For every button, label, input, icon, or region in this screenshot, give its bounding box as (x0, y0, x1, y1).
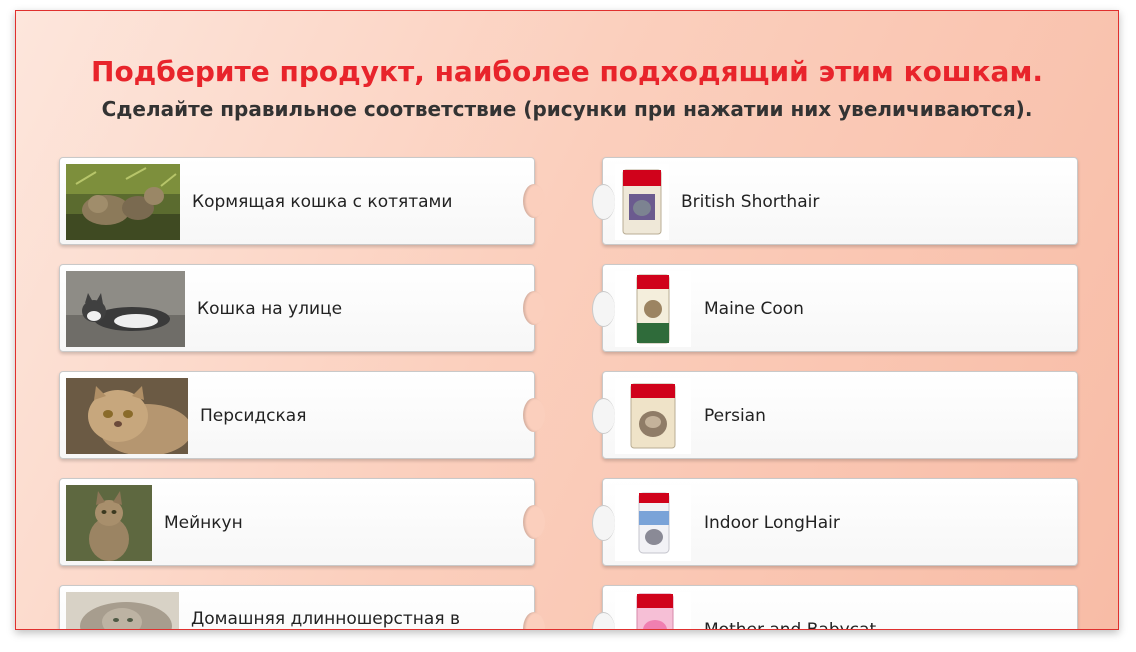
royal-canin-package[interactable] (615, 592, 691, 629)
product-card-indoor-longhair[interactable]: Indoor LongHair (592, 478, 1078, 566)
puzzle-connector (523, 398, 545, 432)
puzzle-connector (523, 505, 545, 539)
puzzle-connector (523, 184, 545, 218)
cat-card-maine-coon[interactable]: Мейнкун (59, 478, 545, 566)
page-title: Подберите продукт, наиболее подходящий э… (91, 55, 1043, 88)
product-label: Mother and Babycat (704, 620, 877, 630)
maine-coon-photo[interactable] (66, 485, 152, 561)
puzzle-socket (592, 612, 615, 629)
puzzle-socket (592, 184, 615, 220)
puzzle-socket (592, 291, 615, 327)
product-label: Indoor LongHair (704, 513, 840, 533)
product-label: British Shorthair (681, 192, 820, 212)
product-label: Persian (704, 406, 766, 426)
outdoor-cat-photo[interactable] (66, 271, 185, 347)
cat-with-kittens-photo[interactable] (66, 164, 180, 240)
cat-label: Персидская (200, 406, 307, 426)
cat-card-longhair[interactable]: Домашняя длинношерстная в (59, 585, 545, 629)
persian-cat-photo[interactable] (66, 378, 188, 454)
cat-card-outdoor[interactable]: Кошка на улице (59, 264, 545, 352)
matching-activity-panel: Подберите продукт, наиболее подходящий э… (15, 10, 1119, 630)
product-card-british-shorthair[interactable]: British Shorthair (592, 157, 1078, 245)
puzzle-connector (523, 291, 545, 325)
royal-canin-package[interactable] (615, 271, 691, 347)
cat-label: Кормящая кошка с котятами (192, 192, 453, 212)
royal-canin-package[interactable] (615, 164, 669, 240)
royal-canin-package[interactable] (615, 378, 691, 454)
puzzle-socket (592, 505, 615, 541)
puzzle-socket (592, 398, 615, 434)
page-subtitle: Сделайте правильное соответствие (рисунк… (101, 97, 1033, 121)
puzzle-connector (523, 612, 545, 629)
product-card-persian[interactable]: Persian (592, 371, 1078, 459)
product-card-maine-coon[interactable]: Maine Coon (592, 264, 1078, 352)
cat-card-persian[interactable]: Персидская (59, 371, 545, 459)
cat-label: Мейнкун (164, 513, 243, 533)
cat-label: Домашняя длинношерстная в (191, 609, 460, 629)
product-card-mother-babycat[interactable]: Mother and Babycat (592, 585, 1078, 630)
longhair-cat-photo[interactable] (66, 592, 179, 629)
cat-label: Кошка на улице (197, 299, 343, 319)
royal-canin-package[interactable] (615, 485, 691, 561)
cat-card-nursing[interactable]: Кормящая кошка с котятами (59, 157, 545, 245)
product-label: Maine Coon (704, 299, 804, 319)
